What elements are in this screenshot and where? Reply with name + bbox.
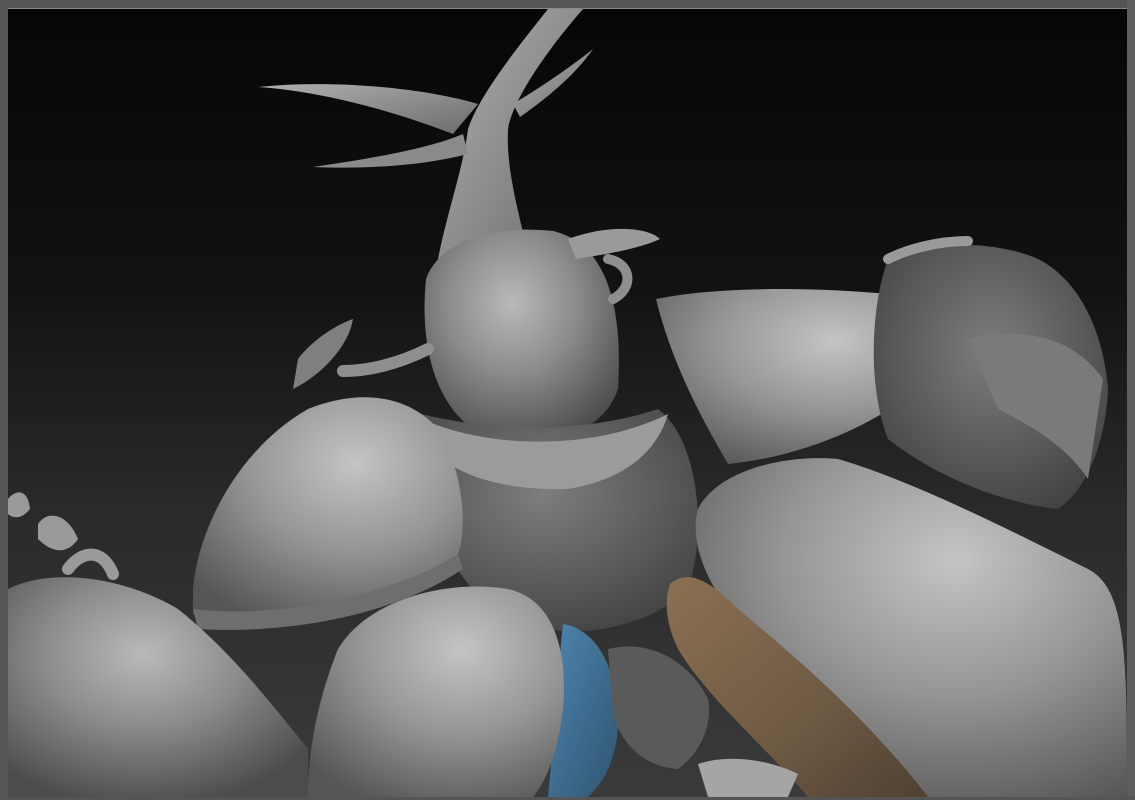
right-gauntlet bbox=[873, 236, 1108, 509]
horn-antler bbox=[258, 9, 593, 259]
window-frame-right bbox=[1127, 0, 1135, 800]
right-arm bbox=[695, 458, 1127, 797]
window-frame-left bbox=[0, 0, 8, 800]
sculpt-model-render[interactable] bbox=[8, 9, 1127, 797]
3d-viewport-canvas[interactable] bbox=[8, 8, 1127, 797]
left-forearm bbox=[308, 586, 564, 797]
window-frame-top bbox=[0, 0, 1135, 8]
sculpting-app-window bbox=[0, 0, 1135, 800]
